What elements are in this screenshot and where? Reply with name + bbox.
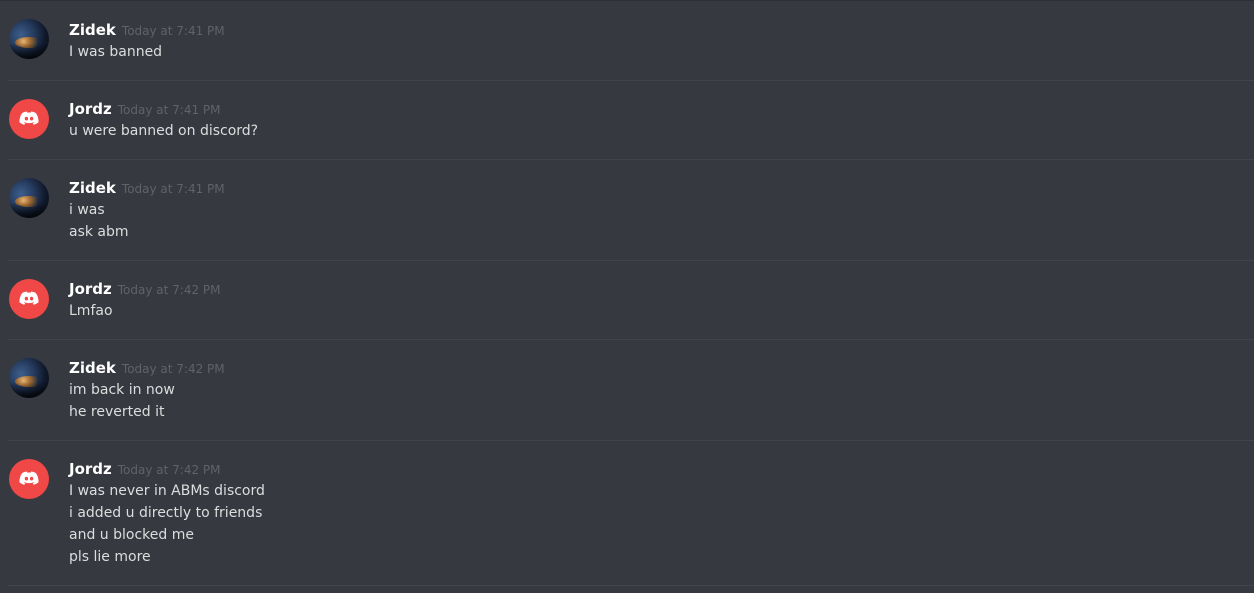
timestamp: Today at 7:42 PM xyxy=(117,463,221,477)
message-group-zidek-1: Zidek Today at 7:41 PM I was banned xyxy=(0,1,1254,81)
message-line: i was xyxy=(69,202,105,218)
message-line: i added u directly to friends xyxy=(69,505,263,521)
username[interactable]: Jordz xyxy=(69,459,112,479)
message-content: im back in now he reverted it xyxy=(69,379,1229,423)
discord-logo-icon xyxy=(17,287,41,311)
username[interactable]: Zidek xyxy=(69,178,116,198)
chat-message-list: Zidek Today at 7:41 PM I was banned Jordz… xyxy=(0,0,1254,593)
timestamp: Today at 7:41 PM xyxy=(117,103,221,117)
message-group-jordz-1: Jordz Today at 7:41 PM u were banned on d… xyxy=(0,81,1254,160)
timestamp: Today at 7:41 PM xyxy=(121,24,225,38)
message-line: Lmfao xyxy=(69,303,113,319)
message-group-zidek-2: Zidek Today at 7:41 PM i was ask abm xyxy=(0,160,1254,261)
message-line: I was banned xyxy=(69,44,163,60)
username[interactable]: Zidek xyxy=(69,20,116,40)
message-group-jordz-3: Jordz Today at 7:42 PM I was never in ABM… xyxy=(0,441,1254,586)
message-content: I was never in ABMs discord i added u di… xyxy=(69,480,1229,568)
message-content: Lmfao xyxy=(69,300,1229,322)
message-line: he reverted it xyxy=(69,404,165,420)
username[interactable]: Jordz xyxy=(69,99,112,119)
message-header: Zidek Today at 7:42 PM xyxy=(69,358,225,378)
message-line: pls lie more xyxy=(69,549,151,565)
message-header: Zidek Today at 7:41 PM xyxy=(69,20,225,40)
timestamp: Today at 7:42 PM xyxy=(121,362,225,376)
message-content: i was ask abm xyxy=(69,199,1229,243)
user-avatar[interactable] xyxy=(9,358,49,398)
user-avatar[interactable] xyxy=(9,178,49,218)
user-avatar[interactable] xyxy=(9,99,49,139)
message-group-jordz-2: Jordz Today at 7:42 PM Lmfao xyxy=(0,261,1254,340)
message-divider xyxy=(8,585,1254,586)
message-line: and u blocked me xyxy=(69,527,194,543)
username[interactable]: Jordz xyxy=(69,279,112,299)
message-header: Jordz Today at 7:42 PM xyxy=(69,459,221,479)
message-line: im back in now xyxy=(69,382,175,398)
message-header: Zidek Today at 7:41 PM xyxy=(69,178,225,198)
discord-logo-icon xyxy=(17,467,41,491)
discord-logo-icon xyxy=(17,107,41,131)
message-line: ask abm xyxy=(69,224,129,240)
message-header: Jordz Today at 7:42 PM xyxy=(69,279,221,299)
message-line: u were banned on discord? xyxy=(69,123,259,139)
message-line: I was never in ABMs discord xyxy=(69,483,265,499)
timestamp: Today at 7:41 PM xyxy=(121,182,225,196)
message-header: Jordz Today at 7:41 PM xyxy=(69,99,221,119)
timestamp: Today at 7:42 PM xyxy=(117,283,221,297)
message-content: I was banned xyxy=(69,41,1229,63)
user-avatar[interactable] xyxy=(9,459,49,499)
username[interactable]: Zidek xyxy=(69,358,116,378)
message-content: u were banned on discord? xyxy=(69,120,1229,142)
user-avatar[interactable] xyxy=(9,279,49,319)
message-group-zidek-3: Zidek Today at 7:42 PM im back in now he … xyxy=(0,340,1254,441)
user-avatar[interactable] xyxy=(9,19,49,59)
